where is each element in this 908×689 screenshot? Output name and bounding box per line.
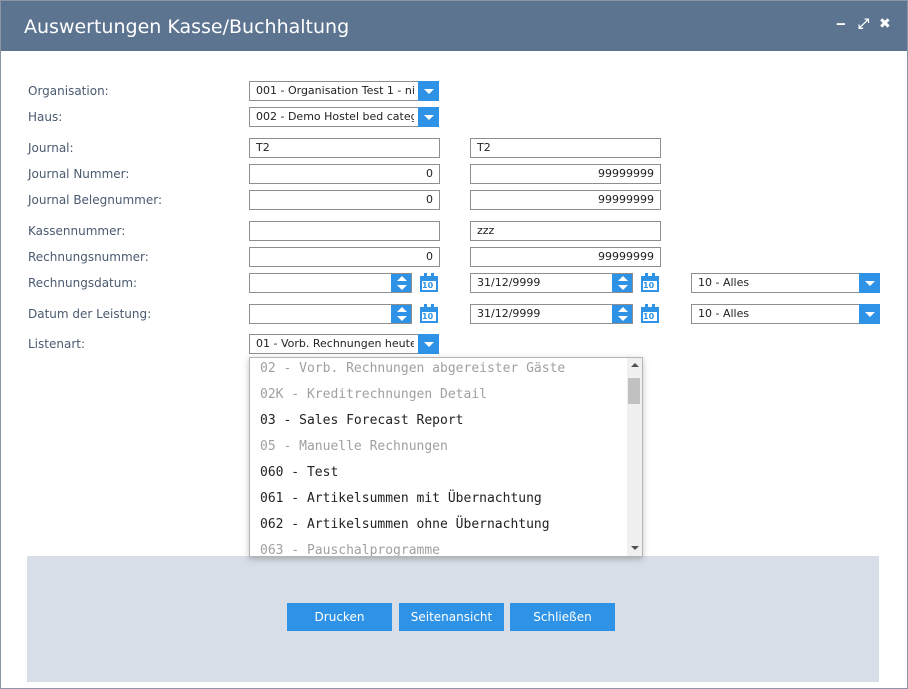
kassennummer-label: Kassennummer:	[28, 224, 126, 238]
chevron-down-icon[interactable]	[859, 273, 880, 293]
calendar-icon[interactable]: 10	[640, 273, 660, 293]
journal-nummer-to-input[interactable]: 99999999	[470, 164, 661, 184]
dropdown-option[interactable]: 063 - Pauschalprogramme	[260, 543, 440, 556]
rechnungsdatum-label: Rechnungsdatum:	[28, 276, 138, 290]
schliessen-button[interactable]: Schließen	[510, 603, 615, 631]
scroll-down-icon[interactable]	[631, 546, 639, 550]
title-bar[interactable]: Auswertungen Kasse/Buchhaltung ‒ ⤢ ✖	[1, 1, 907, 51]
dropdown-option[interactable]: 062 - Artikelsummen ohne Übernachtung	[260, 517, 550, 532]
calendar-icon[interactable]: 10	[419, 273, 439, 293]
rechnungsdatum-to-value: 31/12/9999	[477, 276, 541, 289]
journal-to-input[interactable]: T2	[470, 138, 661, 158]
listenart-label: Listenart:	[28, 337, 85, 351]
scroll-up-icon[interactable]	[631, 363, 639, 367]
calendar-icon[interactable]: 10	[640, 304, 660, 324]
report-dialog: Auswertungen Kasse/Buchhaltung ‒ ⤢ ✖ Org…	[0, 0, 908, 689]
datum-leistung-label: Datum der Leistung:	[28, 307, 152, 321]
listenart-dropdown[interactable]: 02 - Vorb. Rechnungen abgereister Gäste …	[249, 357, 643, 557]
dropdown-option[interactable]: 03 - Sales Forecast Report	[260, 413, 464, 428]
kassennummer-from-input[interactable]	[249, 221, 440, 241]
dropdown-option[interactable]: 02K - Kreditrechnungen Detail	[260, 387, 487, 402]
rechnungsdatum-from-input[interactable]	[249, 273, 412, 293]
haus-value: 002 - Demo Hostel bed category	[256, 110, 414, 123]
dialog-title: Auswertungen Kasse/Buchhaltung	[24, 16, 350, 38]
organisation-label: Organisation:	[28, 84, 109, 98]
rechnungsdatum-to-input[interactable]: 31/12/9999	[470, 273, 633, 293]
journal-nummer-from-input[interactable]: 0	[249, 164, 440, 184]
journal-label: Journal:	[28, 141, 74, 155]
drucken-button[interactable]: Drucken	[287, 603, 392, 631]
scrollbar-thumb[interactable]	[628, 378, 640, 404]
listenart-select[interactable]: 01 - Vorb. Rechnungen heute abreisender	[249, 334, 439, 354]
leistung-filter-select[interactable]: 10 - Alles	[691, 304, 880, 324]
rechnungsnummer-to-input[interactable]: 99999999	[470, 247, 661, 267]
journal-beleg-to-input[interactable]: 99999999	[470, 190, 661, 210]
leistung-to-input[interactable]: 31/12/9999	[470, 304, 633, 324]
dropdown-option[interactable]: 060 - Test	[260, 465, 338, 480]
rechnungsdatum-filter-select[interactable]: 10 - Alles	[691, 273, 880, 293]
minimize-icon[interactable]: ‒	[836, 16, 846, 32]
journal-beleg-from-input[interactable]: 0	[249, 190, 440, 210]
listenart-value: 01 - Vorb. Rechnungen heute abreisender	[256, 337, 414, 350]
close-icon[interactable]: ✖	[879, 16, 891, 32]
calendar-icon[interactable]: 10	[419, 304, 439, 324]
journal-nummer-label: Journal Nummer:	[28, 167, 130, 181]
chevron-down-icon[interactable]	[859, 304, 880, 324]
dropdown-option[interactable]: 061 - Artikelsummen mit Übernachtung	[260, 491, 542, 506]
organisation-value: 001 - Organisation Test 1 - nicht	[256, 84, 414, 97]
organisation-select[interactable]: 001 - Organisation Test 1 - nicht	[249, 81, 439, 101]
journal-belegnummer-label: Journal Belegnummer:	[28, 193, 163, 207]
spinner-icon[interactable]	[391, 274, 411, 292]
maximize-icon[interactable]: ⤢	[858, 16, 869, 32]
seitenansicht-button[interactable]: Seitenansicht	[399, 603, 504, 631]
spinner-icon[interactable]	[612, 274, 632, 292]
leistung-filter-value: 10 - Alles	[698, 307, 750, 320]
leistung-to-value: 31/12/9999	[477, 307, 541, 320]
rechnungsnummer-label: Rechnungsnummer:	[28, 250, 149, 264]
spinner-icon[interactable]	[612, 305, 632, 323]
chevron-down-icon[interactable]	[418, 107, 439, 127]
haus-label: Haus:	[28, 110, 63, 124]
rechnungsdatum-filter-value: 10 - Alles	[698, 276, 750, 289]
leistung-from-input[interactable]	[249, 304, 412, 324]
rechnungsnummer-from-input[interactable]: 0	[249, 247, 440, 267]
haus-select[interactable]: 002 - Demo Hostel bed category	[249, 107, 439, 127]
dropdown-option[interactable]: 05 - Manuelle Rechnungen	[260, 439, 448, 454]
dropdown-scrollbar[interactable]	[627, 358, 642, 556]
chevron-down-icon[interactable]	[418, 334, 439, 354]
kassennummer-to-input[interactable]: zzz	[470, 221, 661, 241]
chevron-down-icon[interactable]	[418, 81, 439, 101]
journal-from-input[interactable]: T2	[249, 138, 440, 158]
spinner-icon[interactable]	[391, 305, 411, 323]
dropdown-option[interactable]: 02 - Vorb. Rechnungen abgereister Gäste	[260, 361, 565, 376]
